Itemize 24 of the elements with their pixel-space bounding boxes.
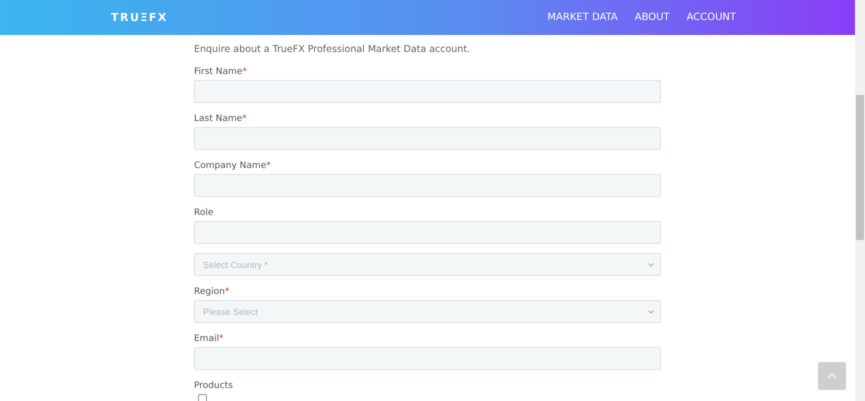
text-field[interactable]: [194, 127, 661, 150]
text-field[interactable]: [194, 174, 661, 197]
intro-text: Enquire about a TrueFX Professional Market Data account.: [194, 44, 472, 56]
text-field[interactable]: [194, 347, 661, 370]
field-label: First Name*: [194, 67, 248, 77]
back-to-top-button[interactable]: [818, 362, 846, 390]
scrollbar-thumb[interactable]: [856, 95, 864, 240]
text-field[interactable]: [194, 80, 661, 103]
logo[interactable]: TRUΞFX: [111, 11, 168, 24]
chevron-icon: [648, 262, 654, 266]
field-label: Last Name*: [194, 114, 248, 124]
field-label: Region*: [194, 287, 230, 297]
field-label: Role: [194, 208, 214, 218]
checkbox[interactable]: [198, 394, 207, 401]
text-field[interactable]: [194, 221, 661, 244]
chevron-icon: [648, 310, 654, 314]
field-label: Email*: [194, 334, 224, 344]
field-label: Products: [194, 381, 234, 391]
nav-link[interactable]: ABOUT: [634, 12, 670, 23]
field-label: Company Name*: [194, 161, 272, 171]
nav-link[interactable]: MARKET DATA: [547, 12, 618, 23]
nav-link[interactable]: ACCOUNT: [686, 12, 736, 23]
scrollbar[interactable]: [855, 0, 865, 401]
chevron-up-icon: [827, 373, 837, 379]
